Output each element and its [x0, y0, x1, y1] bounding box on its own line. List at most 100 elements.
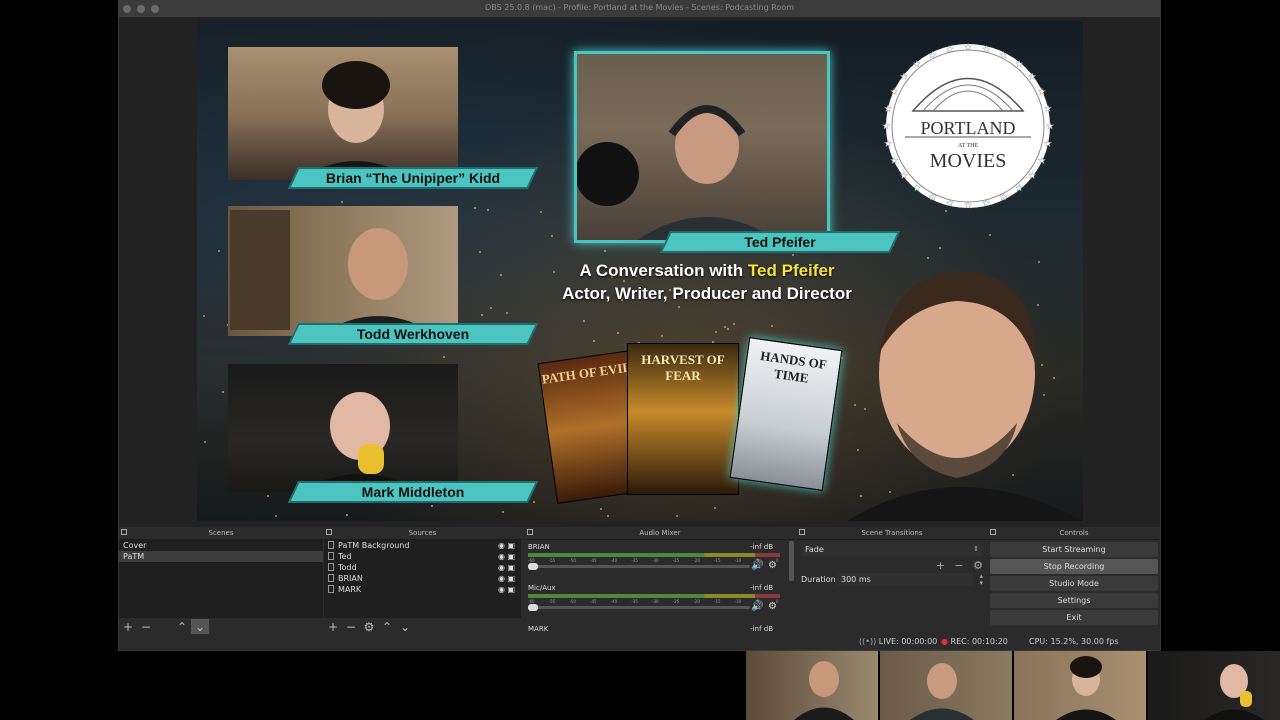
channel-gear-icon[interactable]: ⚙	[768, 601, 777, 612]
city-light	[583, 320, 585, 322]
move-down-icon[interactable]: ⌄	[191, 619, 209, 635]
mixer-scrollbar[interactable]	[789, 541, 794, 581]
meter-tick-label: -45	[590, 558, 597, 563]
add-transition-icon[interactable]: +	[936, 559, 945, 572]
star-icon: ★	[946, 199, 954, 209]
scenes-dock: Scenes Cover PaTM + − ⌃ ⌄	[119, 527, 323, 635]
exit-button[interactable]: Exit	[990, 610, 1158, 625]
city-light	[617, 332, 619, 334]
channel-name: Mic/Aux	[528, 584, 556, 592]
record-dot-icon: ●	[941, 637, 948, 646]
logo-text-portland: PORTLAND	[921, 118, 1016, 138]
star-icon: ★	[913, 60, 921, 70]
scene-item[interactable]: Cover	[119, 540, 323, 551]
add-scene-icon[interactable]: +	[119, 619, 137, 635]
lock-icon[interactable]: ▣	[507, 562, 515, 573]
scene-item[interactable]: PaTM	[119, 551, 323, 562]
volume-slider[interactable]	[528, 604, 750, 611]
settings-button[interactable]: Settings	[990, 593, 1158, 608]
source-item[interactable]: Todd ◉ ▣	[324, 562, 521, 573]
source-item[interactable]: PaTM Background ◉ ▣	[324, 540, 521, 551]
city-light	[989, 234, 991, 236]
city-light	[771, 325, 773, 327]
visibility-eye-icon[interactable]: ◉	[498, 540, 505, 551]
thumbnail-brian[interactable]	[1014, 651, 1146, 720]
source-label: Todd	[338, 563, 357, 572]
transition-gear-icon[interactable]: ⚙	[973, 559, 983, 572]
dock-pin-icon[interactable]	[990, 529, 996, 535]
meter-ticks: -60 -55 -50 -45 -40 -35 -30 -25 -20 -15 -10 -5 0	[528, 599, 780, 605]
person-portrait-icon	[847, 272, 1083, 521]
remove-source-icon[interactable]: −	[342, 619, 360, 635]
move-up-icon[interactable]: ⌃	[378, 619, 396, 635]
duration-stepper[interactable]: ▴ ▾	[979, 573, 983, 587]
lock-icon[interactable]: ▣	[507, 573, 515, 584]
thumbnail-ted[interactable]	[880, 651, 1012, 720]
scenes-list: Cover PaTM	[119, 540, 323, 618]
preview-area[interactable]: Brian “The Unipiper” Kidd Ted Pfeifer To…	[119, 17, 1160, 527]
visibility-eye-icon[interactable]: ◉	[498, 573, 505, 584]
dock-pin-icon[interactable]	[527, 529, 533, 535]
lock-icon[interactable]: ▣	[507, 584, 515, 595]
speaker-icon[interactable]: 🔊	[751, 601, 763, 612]
rec-indicator: ● REC: 00:10:20	[941, 634, 1008, 650]
source-properties-gear-icon[interactable]: ⚙	[360, 619, 378, 635]
preview-canvas[interactable]: Brian “The Unipiper” Kidd Ted Pfeifer To…	[197, 21, 1083, 521]
sources-header: Sources	[324, 527, 521, 540]
visibility-eye-icon[interactable]: ◉	[498, 584, 505, 595]
person-silhouette-icon	[298, 61, 414, 180]
add-source-icon[interactable]: +	[324, 619, 342, 635]
city-light	[487, 209, 489, 211]
transition-select[interactable]: Fade ⇕	[801, 543, 983, 556]
remove-transition-icon[interactable]: −	[954, 559, 963, 572]
logo-text-movies: MOVIES	[930, 150, 1007, 172]
dock-pin-icon[interactable]	[326, 529, 332, 535]
window-title: OBS 25.0.8 (mac) - Profile: Portland at …	[484, 3, 795, 12]
star-icon: ★	[1028, 73, 1036, 83]
duration-input[interactable]: 300 ms	[837, 573, 973, 586]
dock-pin-icon[interactable]	[799, 529, 805, 535]
lock-icon[interactable]: ▣	[507, 551, 515, 562]
lock-icon[interactable]: ▣	[507, 540, 515, 551]
city-light	[593, 340, 595, 342]
person-silhouette-icon	[298, 392, 423, 492]
source-label: MARK	[338, 585, 362, 594]
thumbnail-todd[interactable]	[746, 651, 878, 720]
name-tag-brian: Brian “The Unipiper” Kidd	[287, 167, 539, 189]
remove-scene-icon[interactable]: −	[137, 619, 155, 635]
star-icon: ★	[884, 140, 892, 150]
move-up-icon[interactable]: ⌃	[173, 619, 191, 635]
star-icon: ★	[928, 51, 936, 61]
camera-todd	[228, 206, 458, 336]
visibility-eye-icon[interactable]: ◉	[498, 551, 505, 562]
meter-tick-label: -55	[548, 558, 556, 563]
city-light	[204, 441, 206, 443]
star-icon: ★	[1044, 140, 1052, 150]
person-silhouette-icon	[577, 105, 777, 240]
person-silhouette-icon	[1056, 656, 1116, 720]
star-icon: ★	[928, 193, 936, 203]
volume-slider[interactable]	[528, 563, 750, 570]
city-light	[540, 211, 542, 213]
move-down-icon[interactable]: ⌄	[396, 619, 414, 635]
volume-slider-knob[interactable]	[528, 604, 538, 611]
stop-recording-button[interactable]: Stop Recording	[990, 559, 1158, 574]
star-icon: ★	[1000, 51, 1008, 61]
volume-slider-knob[interactable]	[528, 563, 538, 570]
source-item[interactable]: BRIAN ◉ ▣	[324, 573, 521, 584]
dock-pin-icon[interactable]	[121, 529, 127, 535]
start-streaming-button[interactable]: Start Streaming	[990, 542, 1158, 557]
speaker-icon[interactable]: 🔊	[751, 560, 763, 571]
transition-toolbar: + − ⚙	[936, 559, 983, 572]
channel-gear-icon[interactable]: ⚙	[768, 560, 777, 571]
city-light	[218, 250, 220, 252]
meter-tick-label: -45	[590, 599, 597, 604]
visibility-eye-icon[interactable]: ◉	[498, 562, 505, 573]
thumbnail-mark[interactable]	[1148, 651, 1280, 720]
meter-tick-label: -40	[610, 558, 618, 563]
source-item[interactable]: MARK ◉ ▣	[324, 584, 521, 595]
studio-mode-button[interactable]: Studio Mode	[990, 576, 1158, 591]
star-icon: ★	[1046, 122, 1054, 132]
source-item[interactable]: Ted ◉ ▣	[324, 551, 521, 562]
rec-time: REC: 00:10:20	[950, 637, 1008, 646]
